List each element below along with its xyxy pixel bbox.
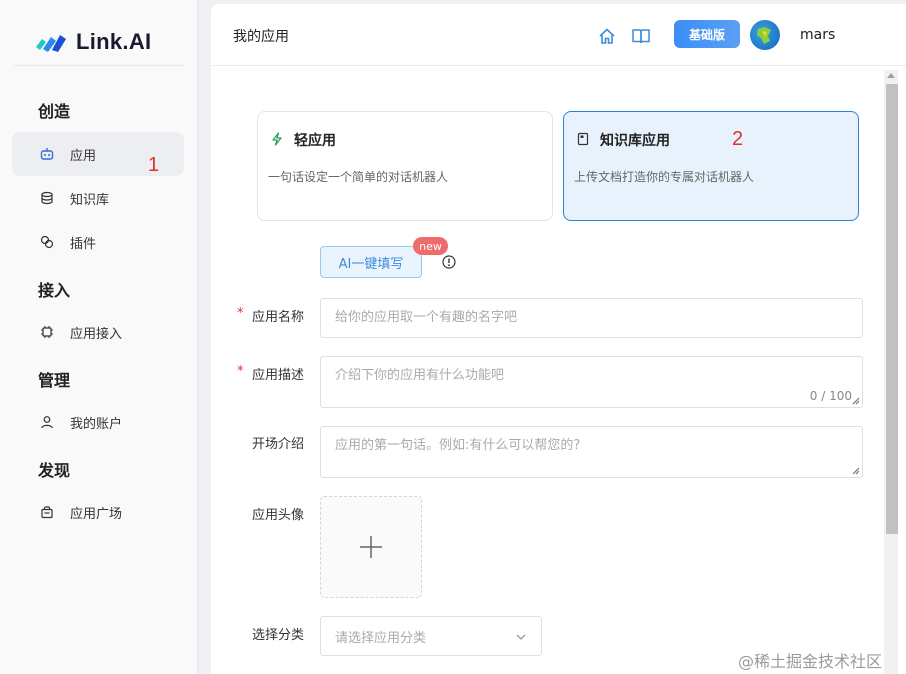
lightning-icon	[272, 132, 282, 146]
app-desc-label: 应用描述	[252, 368, 305, 383]
scroll-up-arrow-icon[interactable]	[887, 72, 895, 78]
sidebar-item-app-store[interactable]: 应用广场	[12, 490, 184, 534]
sidebar-item-label: 知识库	[70, 192, 110, 208]
chevron-down-icon	[516, 634, 526, 640]
card-description: 一句话设定一个简单的对话机器人	[268, 170, 449, 184]
database-icon	[40, 191, 54, 205]
user-icon	[40, 415, 54, 429]
annotation-2: 2	[732, 128, 744, 150]
avatar-upload[interactable]	[320, 496, 422, 598]
select-placeholder: 请选择应用分类	[335, 630, 427, 646]
sidebar-item-label: 我的账户	[70, 416, 123, 432]
required-mark: *	[237, 306, 244, 321]
avatar[interactable]	[750, 20, 780, 50]
page-title: 我的应用	[233, 29, 289, 45]
textarea-placeholder: 介绍下你的应用有什么功能吧	[335, 368, 505, 383]
chip-icon	[40, 325, 54, 339]
sidebar-item-label: 应用接入	[70, 326, 123, 342]
plan-badge[interactable]: 基础版	[674, 20, 740, 48]
card-description: 上传文档打造你的专属对话机器人	[574, 170, 755, 184]
avatar-image	[757, 27, 771, 44]
sidebar-item-label: 应用广场	[70, 506, 123, 522]
main-header: 我的应用 基础版 mars	[211, 4, 906, 66]
divider	[14, 65, 184, 66]
resize-handle-icon[interactable]	[852, 397, 860, 405]
section-title-create: 创造	[38, 102, 71, 121]
watermark: @稀土掘金技术社区	[738, 652, 883, 671]
document-icon	[577, 132, 589, 146]
opening-intro-textarea[interactable]: 应用的第一句话。例如:有什么可以帮您的?	[320, 426, 863, 478]
app-name-label: 应用名称	[252, 310, 305, 325]
section-title-manage: 管理	[38, 371, 71, 390]
shop-bag-icon	[40, 505, 54, 519]
required-mark: *	[237, 364, 244, 379]
app-desc-textarea[interactable]: 介绍下你的应用有什么功能吧 0 / 100	[320, 356, 863, 408]
sidebar-item-label: 应用	[70, 148, 97, 164]
home-icon[interactable]	[597, 26, 617, 46]
plus-icon	[360, 536, 382, 558]
category-select[interactable]: 请选择应用分类	[320, 616, 542, 656]
card-title: 轻应用	[294, 133, 336, 149]
sidebar-item-app-access[interactable]: 应用接入	[12, 310, 184, 354]
sidebar-item-label: 插件	[70, 236, 97, 252]
textarea-placeholder: 应用的第一句话。例如:有什么可以帮您的?	[335, 438, 581, 453]
resize-handle-icon[interactable]	[852, 467, 860, 475]
category-label: 选择分类	[252, 628, 305, 643]
sidebar-item-plugins[interactable]: 插件	[12, 220, 184, 264]
app-name-input[interactable]: 给你的应用取一个有趣的名字吧	[320, 298, 863, 338]
annotation-1: 1	[148, 154, 160, 176]
sidebar-item-my-account[interactable]: 我的账户	[12, 400, 184, 444]
plugin-link-icon	[40, 235, 54, 249]
brand-logo[interactable]: Link.AI	[34, 28, 151, 56]
opening-intro-label: 开场介绍	[252, 437, 305, 452]
username[interactable]: mars	[800, 27, 835, 43]
app-avatar-label: 应用头像	[252, 508, 305, 523]
app-type-card-knowledge[interactable]: 知识库应用 2 上传文档打造你的专属对话机器人	[563, 111, 859, 221]
sidebar-item-knowledge-base[interactable]: 知识库	[12, 176, 184, 220]
brand-name: Link.AI	[76, 29, 152, 54]
app-type-card-light[interactable]: 轻应用 一句话设定一个简单的对话机器人	[257, 111, 553, 221]
card-title: 知识库应用	[600, 133, 670, 149]
info-icon[interactable]	[442, 255, 456, 269]
robot-icon	[40, 147, 54, 161]
char-counter: 0 / 100	[809, 389, 852, 403]
book-icon[interactable]	[631, 26, 651, 46]
sidebar: Link.AI 创造 应用 1 知识库 插件 接入 应用接入 管理 我的账户 发…	[0, 0, 198, 674]
scrollbar-thumb[interactable]	[886, 84, 898, 534]
ai-autofill-button[interactable]: AI一键填写	[320, 246, 422, 278]
new-badge: new	[413, 237, 448, 255]
section-title-access: 接入	[38, 281, 71, 300]
link-ai-logo-icon	[36, 35, 66, 52]
main-panel: 我的应用 基础版 mars 轻应用 一句话设定一个简单的对话机器人 知识库应用 …	[211, 4, 906, 674]
section-title-discover: 发现	[38, 461, 71, 480]
